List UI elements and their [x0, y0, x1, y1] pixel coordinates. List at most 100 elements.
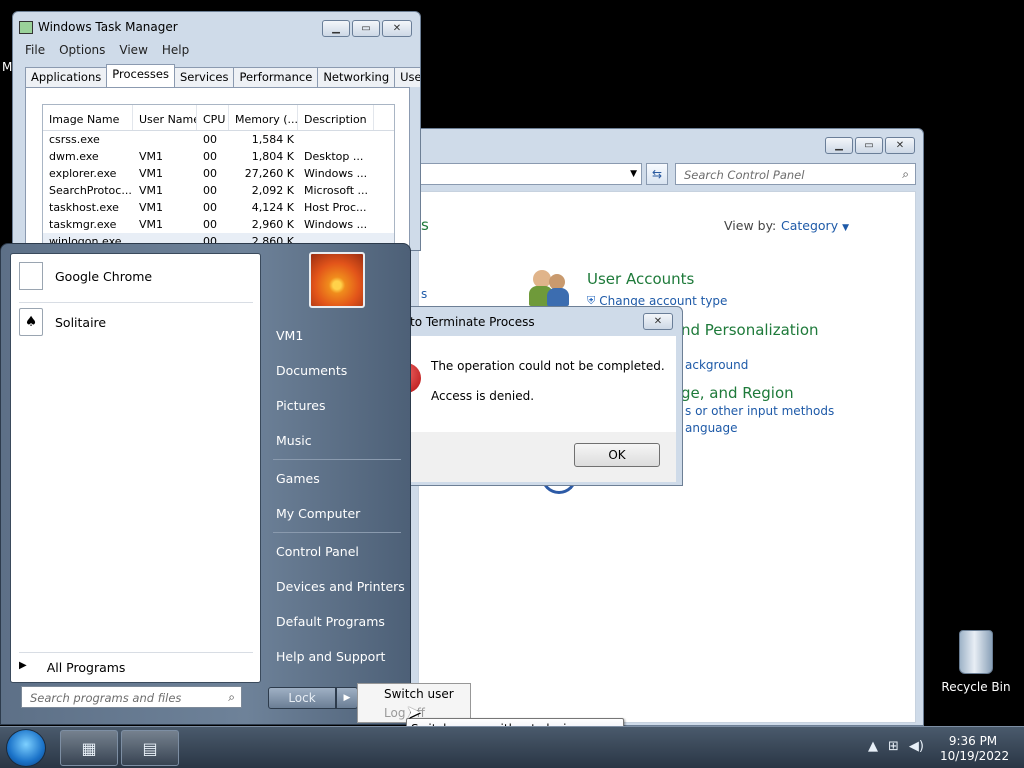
arrow-right-icon: ▶	[19, 660, 27, 671]
chrome-icon	[19, 262, 43, 290]
task-manager-menubar: File Options View Help	[25, 43, 189, 57]
cell-memory: 1,584 K	[251, 133, 294, 146]
shutdown-options-arrow-icon[interactable]: ▶	[336, 687, 358, 709]
link-fragment[interactable]: s	[421, 287, 427, 301]
column-cpu[interactable]: CPU	[197, 105, 229, 130]
show-hidden-icons-icon[interactable]: ▲	[868, 739, 878, 754]
pinned-google-chrome[interactable]: Google Chrome	[19, 262, 152, 290]
cell-image: csrss.exe	[49, 133, 100, 146]
network-icon[interactable]: ⊞	[888, 739, 899, 754]
cell-image: explorer.exe	[49, 167, 117, 180]
switch-user-menu-item[interactable]: Switch user	[358, 684, 470, 704]
table-row[interactable]: dwm.exe VM1 00 1,804 K Desktop ...	[43, 148, 394, 165]
control-panel-search-input[interactable]: Search Control Panel ⌕	[675, 163, 916, 185]
cell-cpu: 00	[203, 201, 217, 214]
tab-services[interactable]: Services	[173, 67, 235, 87]
menu-view[interactable]: View	[119, 43, 147, 57]
help-and-support-link[interactable]: Help and Support	[276, 649, 385, 664]
cell-memory: 2,960 K	[251, 218, 294, 231]
volume-icon[interactable]: ◀)	[909, 739, 924, 754]
games-link[interactable]: Games	[276, 471, 320, 486]
default-programs-link[interactable]: Default Programs	[276, 614, 385, 629]
user-avatar[interactable]	[309, 252, 365, 308]
cell-cpu: 00	[203, 167, 217, 180]
region-category[interactable]: ge, and Region	[681, 384, 794, 402]
heading-fragment: s	[421, 216, 429, 234]
close-button[interactable]: ✕	[382, 20, 412, 37]
user-accounts-category[interactable]: User Accounts	[587, 270, 694, 288]
minimize-button[interactable]: ▁	[322, 20, 350, 37]
all-programs-button[interactable]: ▶ All Programs	[19, 660, 125, 675]
cell-user: VM1	[139, 167, 164, 180]
tab-users[interactable]: Users	[394, 67, 420, 87]
language-link[interactable]: anguage	[685, 421, 738, 435]
taskbar-task-manager-button[interactable]: ▤	[121, 730, 179, 766]
cell-user: VM1	[139, 201, 164, 214]
input-methods-link[interactable]: s or other input methods	[685, 404, 834, 418]
tab-performance[interactable]: Performance	[233, 67, 319, 87]
start-button[interactable]	[6, 729, 46, 767]
task-manager-icon: ▤	[142, 738, 158, 758]
user-folder-link[interactable]: VM1	[276, 328, 303, 343]
cell-user: VM1	[139, 218, 164, 231]
close-button[interactable]: ✕	[643, 313, 673, 330]
lock-button[interactable]: Lock	[268, 687, 336, 709]
column-memory[interactable]: Memory (...	[229, 105, 298, 130]
table-row[interactable]: taskmgr.exe VM1 00 2,960 K Windows ...	[43, 216, 394, 233]
control-panel-icon: ▦	[81, 738, 97, 758]
my-computer-link[interactable]: My Computer	[276, 506, 360, 521]
search-icon[interactable]: ⌕	[902, 167, 909, 182]
control-panel-link[interactable]: Control Panel	[276, 544, 359, 559]
music-link[interactable]: Music	[276, 433, 312, 448]
column-image-name[interactable]: Image Name	[43, 105, 133, 130]
clock[interactable]: 9:36 PM 10/19/2022	[940, 734, 1009, 764]
table-row[interactable]: taskhost.exe VM1 00 4,124 K Host Proc...	[43, 199, 394, 216]
cell-image: dwm.exe	[49, 150, 99, 163]
cell-image: SearchProtoc...	[49, 184, 132, 197]
mouse-cursor-icon: ➤	[406, 702, 422, 723]
search-icon[interactable]: ⌕	[228, 690, 235, 705]
user-accounts-icon[interactable]	[529, 268, 573, 308]
refresh-icon[interactable]: ⇆	[646, 163, 668, 185]
taskbar-control-panel-button[interactable]: ▦	[60, 730, 118, 766]
minimize-button[interactable]: ▁	[825, 137, 853, 154]
cell-cpu: 00	[203, 184, 217, 197]
start-menu-programs-pane: Google Chrome ♠ Solitaire ▶ All Programs	[10, 253, 261, 683]
view-by-label: View by:	[724, 218, 777, 233]
pictures-link[interactable]: Pictures	[276, 398, 326, 413]
devices-and-printers-link[interactable]: Devices and Printers	[276, 579, 405, 594]
address-bar[interactable]: ▼	[418, 163, 642, 185]
appearance-category[interactable]: nd Personalization	[681, 321, 819, 339]
table-row[interactable]: explorer.exe VM1 00 27,260 K Windows ...	[43, 165, 394, 182]
process-table-header: Image Name User Name CPU Memory (... Des…	[43, 105, 394, 131]
view-by-value: Category	[781, 218, 839, 233]
column-description[interactable]: Description	[298, 105, 374, 130]
view-by-dropdown[interactable]: Category ▼	[781, 218, 849, 233]
table-row[interactable]: csrss.exe 00 1,584 K	[43, 131, 394, 148]
maximize-button[interactable]: ▭	[352, 20, 380, 37]
maximize-button[interactable]: ▭	[855, 137, 883, 154]
divider	[273, 459, 401, 460]
process-table: Image Name User Name CPU Memory (... Des…	[42, 104, 395, 250]
cell-cpu: 00	[203, 218, 217, 231]
background-link[interactable]: ackground	[685, 358, 748, 372]
system-tray: ▲ ⊞ ◀)	[868, 739, 924, 754]
start-search-input[interactable]: Search programs and files ⌕	[21, 686, 242, 708]
tab-applications[interactable]: Applications	[25, 67, 108, 87]
pinned-solitaire[interactable]: ♠ Solitaire	[19, 308, 106, 336]
documents-link[interactable]: Documents	[276, 363, 347, 378]
cell-image: taskmgr.exe	[49, 218, 117, 231]
table-row[interactable]: SearchProtoc... VM1 00 2,092 K Microsoft…	[43, 182, 394, 199]
column-user-name[interactable]: User Name	[133, 105, 197, 130]
menu-options[interactable]: Options	[59, 43, 105, 57]
solitaire-icon: ♠	[19, 308, 43, 336]
chevron-down-icon[interactable]: ▼	[630, 169, 637, 179]
tab-processes[interactable]: Processes	[106, 64, 175, 87]
menu-help[interactable]: Help	[162, 43, 189, 57]
close-button[interactable]: ✕	[885, 137, 915, 154]
recycle-bin[interactable]: Recycle Bin	[940, 630, 1012, 694]
ok-button[interactable]: OK	[574, 443, 660, 467]
cell-user: VM1	[139, 184, 164, 197]
menu-file[interactable]: File	[25, 43, 45, 57]
tab-networking[interactable]: Networking	[317, 67, 396, 87]
